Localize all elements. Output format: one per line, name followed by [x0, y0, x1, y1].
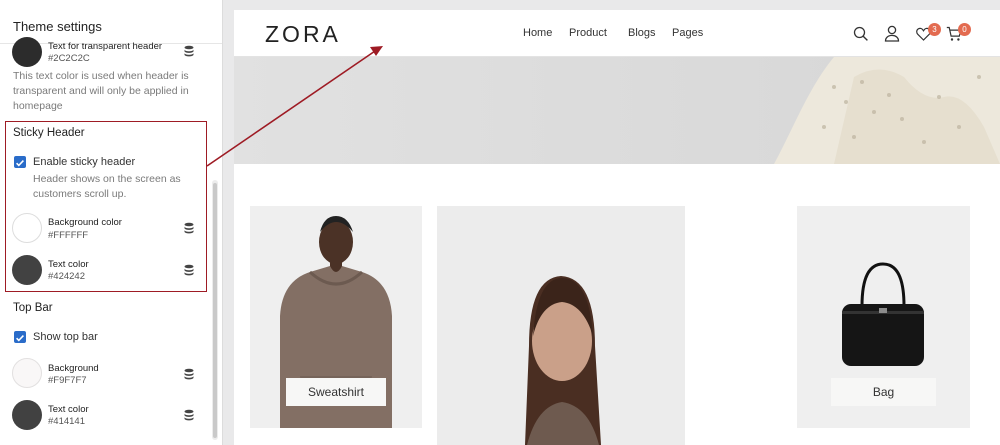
top-bar-text-color-name: Text color: [48, 404, 89, 415]
top-bar-text-color-hex: #414141: [48, 416, 85, 427]
product-card-bag[interactable]: Bag: [797, 206, 970, 428]
sticky-header-highlight-box: [5, 121, 207, 292]
top-bar-background-hex: #F9F7F7: [48, 375, 87, 386]
store-preview: ZORA Home Product Blogs Pages 3 0 Sweats…: [234, 10, 1000, 445]
model-portrait-image: [437, 206, 685, 445]
hero-banner: [234, 57, 1000, 164]
product-card-portrait[interactable]: [437, 206, 685, 445]
nav-product[interactable]: Product: [569, 27, 607, 39]
transparent-text-color-swatch[interactable]: [12, 37, 42, 67]
nav-pages[interactable]: Pages: [672, 27, 703, 39]
top-bar-text-color-swatch[interactable]: [12, 400, 42, 430]
cart-count-badge: 0: [958, 23, 971, 36]
top-bar-background-name: Background: [48, 363, 99, 374]
bag-label[interactable]: Bag: [831, 378, 936, 406]
transparent-text-color-hex: #2C2C2C: [48, 53, 90, 64]
top-bar-background-swatch[interactable]: [12, 358, 42, 388]
site-header: ZORA Home Product Blogs Pages 3 0: [234, 10, 1000, 57]
show-top-bar-label: Show top bar: [33, 331, 98, 343]
nav-home[interactable]: Home: [523, 27, 552, 39]
sweatshirt-label[interactable]: Sweatshirt: [286, 378, 386, 406]
panel-title: Theme settings: [13, 19, 102, 34]
transparent-text-color-name: Text for transparent header: [48, 41, 163, 52]
dynamic-source-icon[interactable]: [183, 409, 195, 421]
transparent-text-help: This text color is used when header is t…: [13, 70, 189, 112]
product-card-sweatshirt[interactable]: Sweatshirt: [250, 206, 422, 428]
top-bar-title: Top Bar: [13, 302, 53, 314]
checkmark-icon: [16, 335, 24, 342]
show-top-bar-checkbox[interactable]: [14, 331, 26, 343]
account-icon[interactable]: [884, 25, 900, 42]
panel-scrollbar-thumb[interactable]: [213, 183, 217, 438]
search-icon[interactable]: [853, 26, 869, 42]
nav-blogs[interactable]: Blogs: [628, 27, 656, 39]
wishlist-count-badge: 3: [928, 23, 941, 36]
dynamic-source-icon[interactable]: [183, 368, 195, 380]
dynamic-source-icon[interactable]: [183, 45, 195, 57]
hero-banner-image: [234, 57, 1000, 164]
store-logo[interactable]: ZORA: [265, 21, 341, 48]
